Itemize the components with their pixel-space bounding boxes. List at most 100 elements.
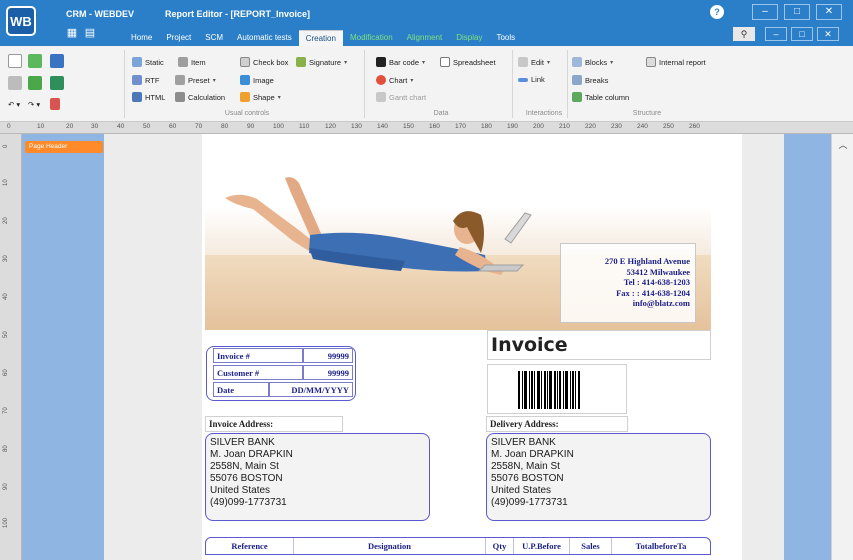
tab-alignment[interactable]: Alignment	[400, 30, 450, 46]
table-column-button[interactable]: Table column	[572, 92, 629, 102]
chart-icon	[376, 75, 386, 85]
minimize-button[interactable]: –	[752, 4, 778, 20]
ruler-tick: 150	[403, 123, 414, 130]
ruler-tick: 40	[117, 123, 125, 130]
column-qty[interactable]: Qty	[486, 538, 514, 554]
tab-home[interactable]: Home	[124, 30, 159, 46]
internal-report-button[interactable]: Internal report	[646, 57, 706, 67]
vruler-tick: 30	[3, 255, 9, 262]
preset-icon	[175, 75, 185, 85]
redo-icon[interactable]: ↷ ▾	[28, 100, 40, 109]
ruler-tick: 30	[91, 123, 99, 130]
invoice-address-label[interactable]: Invoice Address:	[205, 416, 343, 432]
code-icon[interactable]	[50, 98, 60, 110]
rtf-button[interactable]: RTF	[132, 75, 159, 85]
help-icon[interactable]: ?	[710, 5, 724, 19]
right-margin	[784, 134, 831, 560]
tab-tools[interactable]: Tools	[489, 30, 522, 46]
invoice-meta-box[interactable]: Invoice # 99999 Customer # 99999 Date DD…	[206, 346, 356, 401]
checkbox-button[interactable]: Check box	[240, 57, 288, 67]
column-designation[interactable]: Designation	[294, 538, 486, 554]
ruler-tick: 20	[66, 123, 74, 130]
invoice-title[interactable]: Invoice	[487, 330, 711, 360]
tab-creation[interactable]: Creation	[298, 30, 343, 46]
vertical-scrollbar[interactable]: ︿	[831, 134, 853, 560]
doc-close-button[interactable]: ✕	[817, 27, 839, 41]
item-button[interactable]: Item	[178, 57, 206, 67]
group-label-structure: Structure	[632, 110, 662, 117]
column-sales[interactable]: Sales	[570, 538, 612, 554]
export-icon[interactable]	[50, 76, 64, 90]
delivery-address-line: M. Joan DRAPKIN	[491, 449, 574, 460]
column-total-before-tax[interactable]: TotalbeforeTa	[612, 538, 710, 554]
static-button[interactable]: Static	[132, 57, 164, 67]
page-header-section-tab[interactable]: Page Header	[25, 141, 103, 153]
vertical-ruler: 0 10 20 30 40 50 60 70 80 90 100	[0, 134, 22, 560]
signature-button[interactable]: Signature ▾	[296, 57, 347, 67]
ruler-tick: 210	[559, 123, 570, 130]
barcode-button[interactable]: Bar code ▾	[376, 57, 425, 67]
title-bar: WB CRM - WEBDEV Report Editor - [REPORT_…	[0, 0, 853, 46]
calculation-button[interactable]: Calculation	[175, 92, 225, 102]
scroll-up-arrow-icon[interactable]: ︿	[837, 138, 849, 150]
tab-automatic-tests[interactable]: Automatic tests	[230, 30, 299, 46]
gantt-chart-button[interactable]: Gantt chart	[376, 92, 426, 102]
tab-modification[interactable]: Modification	[343, 30, 400, 46]
shape-button[interactable]: Shape ▾	[240, 92, 281, 102]
separator	[567, 50, 568, 118]
document-title: Report Editor - [REPORT_Invoice]	[165, 9, 311, 19]
doc-restore-button[interactable]: □	[791, 27, 813, 41]
chart-button[interactable]: Chart ▾	[376, 75, 413, 85]
column-up-before[interactable]: U.P.Before	[514, 538, 570, 554]
rtf-icon	[132, 75, 142, 85]
ruler-tick: 190	[507, 123, 518, 130]
delivery-address-label[interactable]: Delivery Address:	[486, 416, 628, 432]
tools-icon[interactable]	[8, 76, 22, 90]
column-reference[interactable]: Reference	[206, 538, 294, 554]
barcode-control[interactable]	[487, 364, 627, 414]
vruler-tick: 80	[3, 445, 9, 452]
company-email: info@blatz.com	[632, 298, 690, 308]
ruler-tick: 120	[325, 123, 336, 130]
doc-minimize-button[interactable]: –	[765, 27, 787, 41]
close-button[interactable]: ✕	[816, 4, 842, 20]
undo-icon[interactable]: ↶ ▾	[8, 100, 20, 109]
invoice-address-card[interactable]: SILVER BANK M. Joan DRAPKIN 2558N, Main …	[205, 433, 430, 521]
import-icon[interactable]	[28, 76, 42, 90]
tab-scm[interactable]: SCM	[198, 30, 230, 46]
ruler-tick: 130	[351, 123, 362, 130]
tab-project[interactable]: Project	[159, 30, 198, 46]
tab-display[interactable]: Display	[449, 30, 489, 46]
breaks-button[interactable]: Breaks	[572, 75, 608, 85]
blocks-button[interactable]: Blocks ▾	[572, 57, 613, 67]
invoice-number-value[interactable]: 99999	[303, 348, 353, 363]
item-icon	[178, 57, 188, 67]
layout-icon[interactable]: ▤	[84, 27, 96, 39]
customer-number-value[interactable]: 99999	[303, 365, 353, 380]
save-icon[interactable]	[50, 54, 64, 68]
link-button[interactable]: Link	[518, 75, 545, 84]
checkbox-icon	[240, 57, 250, 67]
separator	[512, 50, 513, 118]
items-table-header[interactable]: Reference Designation Qty U.P.Before Sal…	[205, 537, 711, 555]
delivery-address-card[interactable]: SILVER BANK M. Joan DRAPKIN 2558N, Main …	[486, 433, 711, 521]
add-element-icon[interactable]	[28, 54, 42, 68]
edit-icon	[518, 57, 528, 67]
grid-icon[interactable]: ▦	[66, 27, 78, 39]
spreadsheet-button[interactable]: Spreadsheet	[440, 57, 496, 67]
new-page-icon[interactable]	[8, 54, 22, 68]
edit-button[interactable]: Edit ▾	[518, 57, 550, 67]
webdev-logo[interactable]: WB	[6, 6, 36, 36]
company-address-block[interactable]: 270 E Highland Avenue 53412 Milwaukee Te…	[560, 243, 696, 323]
preset-button[interactable]: Preset ▾	[175, 75, 216, 85]
html-button[interactable]: HTML	[132, 92, 165, 102]
ruler-tick: 160	[429, 123, 440, 130]
left-margin: Page Header	[22, 134, 104, 560]
search-icon[interactable]: ⚲	[733, 27, 755, 41]
maximize-button[interactable]: □	[784, 4, 810, 20]
vruler-tick: 40	[3, 293, 9, 300]
image-button[interactable]: Image	[240, 75, 274, 85]
date-value[interactable]: DD/MM/YYYY	[269, 382, 353, 397]
barcode-bars	[518, 371, 580, 409]
delivery-address-line: 55076 BOSTON	[491, 473, 564, 484]
